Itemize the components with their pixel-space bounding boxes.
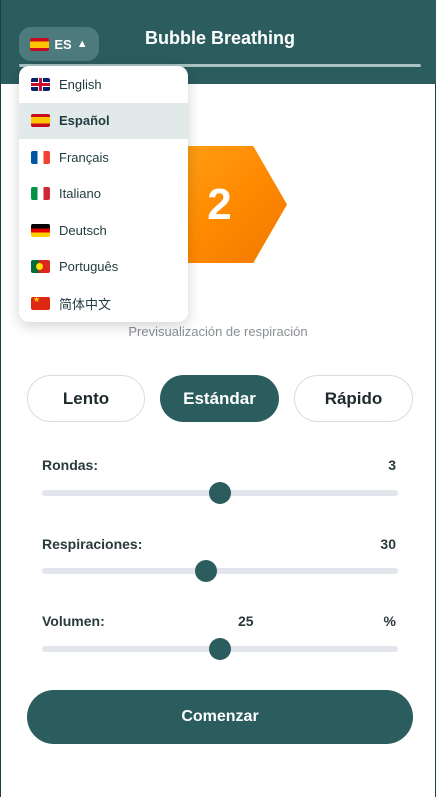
language-option-chinese[interactable]: 简体中文 — [19, 285, 188, 322]
volume-slider-track[interactable] — [42, 638, 398, 660]
china-flag-icon — [31, 296, 50, 310]
rounds-label: Rondas: — [42, 457, 98, 473]
rounds-slider-track[interactable] — [42, 482, 398, 504]
language-option-label: Italiano — [59, 186, 101, 202]
speed-fast-button[interactable]: Rápido — [294, 375, 413, 422]
language-option-label: Português — [59, 259, 119, 275]
speed-slow-button[interactable]: Lento — [27, 375, 145, 422]
breaths-value: 30 — [380, 536, 396, 552]
portugal-flag-icon — [31, 260, 50, 274]
language-option-deutsch[interactable]: Deutsch — [19, 212, 188, 249]
spain-flag-icon — [31, 114, 50, 128]
app-screen: Bubble Breathing ES ▲ English Español Fr… — [0, 0, 436, 797]
france-flag-icon — [31, 150, 50, 164]
uk-flag-icon — [31, 77, 50, 91]
language-option-label: 简体中文 — [59, 296, 112, 312]
language-option-label: Español — [59, 113, 110, 129]
breaths-label: Respiraciones: — [42, 536, 143, 552]
rounds-slider-thumb[interactable] — [209, 482, 231, 504]
start-button[interactable]: Comenzar — [27, 690, 413, 744]
language-option-italiano[interactable]: Italiano — [19, 176, 188, 213]
language-option-espanol[interactable]: Español — [19, 102, 188, 139]
language-option-label: Français — [59, 149, 109, 165]
breath-preview-label: Previsualización de respiración — [128, 324, 308, 339]
speed-standard-button[interactable]: Estándar — [160, 375, 279, 422]
language-selector-button[interactable]: ES ▲ — [19, 27, 99, 61]
volume-unit: % — [383, 613, 396, 629]
volume-slider-thumb[interactable] — [209, 638, 231, 660]
language-dropdown: English Español Français Italiano Deutsc… — [19, 66, 188, 322]
breaths-slider-track[interactable] — [42, 560, 398, 582]
caret-up-icon: ▲ — [76, 37, 88, 50]
rounds-value: 3 — [388, 457, 396, 473]
italy-flag-icon — [31, 187, 50, 201]
germany-flag-icon — [31, 223, 50, 237]
language-option-label: English — [59, 76, 102, 92]
breaths-slider-thumb[interactable] — [194, 560, 217, 582]
volume-label: Volumen: — [42, 613, 105, 629]
language-option-label: Deutsch — [59, 222, 107, 238]
language-option-portugues[interactable]: Português — [19, 249, 188, 286]
language-option-english[interactable]: English — [19, 66, 188, 103]
language-code: ES — [54, 36, 72, 52]
volume-value: 25 — [238, 613, 254, 629]
language-option-francais[interactable]: Français — [19, 139, 188, 176]
spain-flag-icon — [30, 37, 50, 51]
